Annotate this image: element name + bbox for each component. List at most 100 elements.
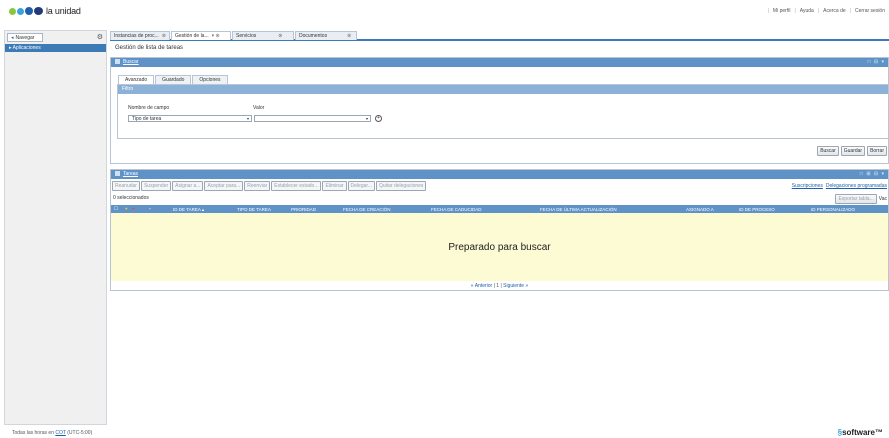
col-task-type[interactable]: TIPO DE TAREA [237,207,271,212]
delete-button[interactable]: Eliminar [322,181,347,191]
value-select[interactable]: ▾ [254,115,371,122]
clear-button[interactable]: Borrar [867,146,887,156]
flag-icon: ● [125,206,128,211]
timezone-suffix: (UTC-5:00) [67,430,93,436]
add-filter-icon[interactable]: + [375,115,382,122]
vendor-logo: §software™ [837,428,883,437]
panel-icon [115,171,120,176]
logo-dots-icon [9,7,43,15]
save-button[interactable]: Guardar [840,146,866,156]
col-custom-id[interactable]: ID PERSONALIZADO [811,207,855,212]
close-icon[interactable]: ⊗ [162,33,166,39]
page-title: Gestión de lista de tareas [115,45,184,51]
col-created-date[interactable]: FECHA DE CREACIÓN [343,207,391,212]
tasks-panel-header[interactable]: Tareas □ ⊞ ⊟ ▾ [111,170,888,179]
filter-header: Filtro [118,85,888,94]
search-buttons: Buscar Guardar Borrar [817,146,887,156]
subscriptions-link[interactable]: Suscripciones [792,183,823,189]
collapse-arrow-icon: ◂ [11,35,14,41]
tab-services[interactable]: Servicios ⊗ [232,31,294,40]
tab-bar: Instancias de proc... ⊗ Gestión de la... ▾… [110,31,889,41]
empty-message: Preparado para buscar [448,242,551,253]
export-row: Exportar tabla... Vac [835,194,887,204]
dropdown-icon[interactable]: ▾ ⊗ [212,33,220,39]
applications-label: Aplicaciones [12,45,41,51]
close-icon[interactable]: ⊗ [278,33,282,39]
field-name-label: Nombre de campo [128,105,170,111]
left-navigation: ◂ Navegar ⚙ ▸ Aplicaciones [4,30,107,425]
link-about[interactable]: Acerca de [823,8,846,14]
tab-label: Gestión de la... [175,33,209,39]
subtab-saved[interactable]: Guardado [155,75,192,84]
task-grid-header: ☐ ● ● ▪ ID DE TAREA ▴ TIPO DE TAREA PRIO… [111,205,888,213]
selected-count: 0 seleccionados [113,195,149,201]
assign-button[interactable]: Asignar a... [172,181,204,191]
subtab-advanced[interactable]: Avanzado [118,75,155,84]
panel-controls-icon[interactable]: □ ⊟ ▾ [868,59,886,65]
col-assigned-to[interactable]: ASIGNADO A [686,207,714,212]
tab-label: Documentos [299,33,328,39]
vendor-name: software [842,428,875,437]
search-panel-title[interactable]: Buscar [123,59,139,65]
field-name-select[interactable]: Tipo de tarea ▾ [128,115,252,122]
clear-link[interactable]: Vac [879,196,887,202]
subtab-options[interactable]: Opciones [192,75,228,84]
close-icon[interactable]: ⊗ [347,33,351,39]
tab-documents[interactable]: Documentos ⊗ [295,31,357,40]
set-status-button[interactable]: Establecer estado... [271,181,322,191]
tasks-panel: Tareas □ ⊞ ⊟ ▾ Reanudar Suspender Asigna… [110,169,889,291]
forward-button[interactable]: Reenviar [244,181,271,191]
tasks-panel-title[interactable]: Tareas [123,171,138,177]
scheduled-delegations-link[interactable]: Delegaciones programadas [826,183,887,189]
link-logout[interactable]: Cerrar sesión [855,8,885,14]
panel-icon [115,59,120,64]
search-subtabs: Avanzado Guardado Opciones [118,75,229,84]
tab-label: Instancias de proc... [114,33,159,39]
suspend-button[interactable]: Suspender [140,181,172,191]
tab-task-list[interactable]: Gestión de la... ▾ ⊗ [171,31,231,40]
chevron-down-icon: ▾ [246,116,249,121]
select-all-checkbox[interactable]: ☐ [114,206,119,211]
search-panel-header[interactable]: Buscar □ ⊟ ▾ [111,58,888,67]
priority-icon: ● [132,206,135,211]
field-name-value: Tipo de tarea [132,116,162,122]
next-page-link[interactable]: Siguiente » [503,283,528,289]
tab-process-instances[interactable]: Instancias de proc... ⊗ [110,31,170,40]
delegate-button[interactable]: Delegar... [347,181,375,191]
task-grid-body: Preparado para buscar [111,213,888,281]
col-priority[interactable]: PRIORIDAD [291,207,316,212]
filter-box: Filtro Nombre de campo Valor Tipo de tar… [117,84,889,139]
pager: « Anterior | 1 | Siguiente » [470,283,529,289]
export-table-button[interactable]: Exportar tabla... [835,194,877,204]
accept-button[interactable]: Aceptar para... [204,181,244,191]
link-profile[interactable]: Mi perfil [773,8,791,14]
search-panel: Buscar □ ⊟ ▾ Avanzado Guardado Opciones … [110,57,889,164]
col-last-updated[interactable]: FECHA DE ÚLTIMA ACTUALIZACIÓN [540,207,617,212]
timezone-link[interactable]: COT [55,430,65,436]
brand-name: la unidad [46,6,81,16]
prev-page-link[interactable]: « Anterior [471,283,492,289]
search-button[interactable]: Buscar [817,146,839,156]
resume-button[interactable]: Reanudar [112,181,140,191]
attachment-icon: ▪ [149,206,151,211]
navigate-tab[interactable]: ◂ Navegar [7,33,43,42]
col-process-id[interactable]: ID DE PROCESO [739,207,775,212]
link-help[interactable]: Ayuda [800,8,814,14]
brand-logo: la unidad [9,6,81,16]
remove-delegations-button[interactable]: Quitar delegaciones [375,181,427,191]
page-number: 1 [496,283,500,289]
timezone-prefix: Todas las horas en [12,430,54,436]
col-due-date[interactable]: FECHA DE CADUCIDAD [431,207,482,212]
top-links: | Mi perfil | Ayuda | Acerca de | Cerrar… [767,8,885,14]
navigate-tab-label: Navegar [15,35,35,41]
panel-controls-icon[interactable]: □ ⊞ ⊟ ▾ [860,171,885,177]
settings-icon[interactable]: ⚙ [97,33,103,41]
tasks-links: Suscripciones Delegaciones programadas [792,183,887,189]
chevron-down-icon: ▾ [365,116,368,121]
task-action-bar: Reanudar Suspender Asignar a... Aceptar … [112,181,427,191]
top-header: la unidad | Mi perfil | Ayuda | Acerca d… [0,0,889,24]
timezone-footer: Todas las horas en COT (UTC-5:00) [12,430,92,436]
value-label: Valor [253,105,265,111]
tab-label: Servicios [236,33,257,39]
sidebar-item-applications[interactable]: ▸ Aplicaciones [5,44,106,52]
